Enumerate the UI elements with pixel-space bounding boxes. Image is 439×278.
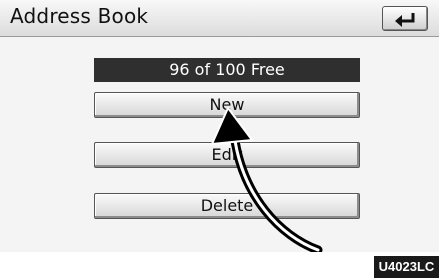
back-button[interactable] [382, 6, 428, 31]
page-title: Address Book [10, 4, 149, 28]
free-entries-status: 96 of 100 Free [94, 58, 360, 82]
curved-arrow-icon [211, 107, 323, 252]
back-arrow-icon [395, 13, 415, 27]
header-bar: Address Book [0, 0, 439, 37]
figure-code-label: U4023LC [374, 256, 439, 278]
address-book-screen: Address Book 96 of 100 Free New Edit Del… [0, 0, 439, 252]
